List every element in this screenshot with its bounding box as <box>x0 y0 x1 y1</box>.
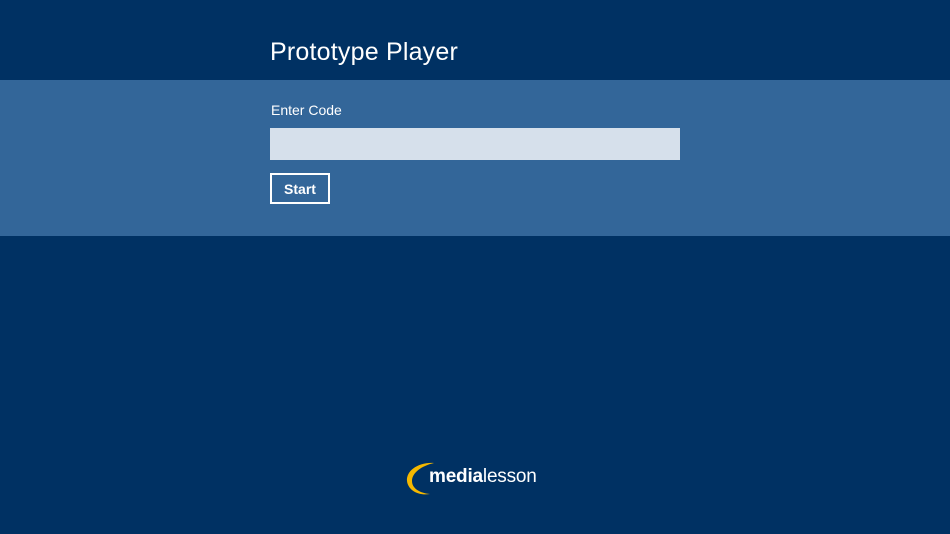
logo-bold-text: media <box>429 466 483 487</box>
medialesson-logo: medialesson <box>404 458 554 498</box>
page-title: Prototype Player <box>270 38 459 66</box>
logo-light-text: lesson <box>482 466 537 487</box>
logo-wordmark: medialesson <box>429 466 537 488</box>
app-window: Prototype Player Enter Code Start medial… <box>0 0 950 534</box>
code-input[interactable] <box>270 128 680 160</box>
start-button[interactable]: Start <box>270 173 330 204</box>
code-label: Enter Code <box>271 102 342 118</box>
